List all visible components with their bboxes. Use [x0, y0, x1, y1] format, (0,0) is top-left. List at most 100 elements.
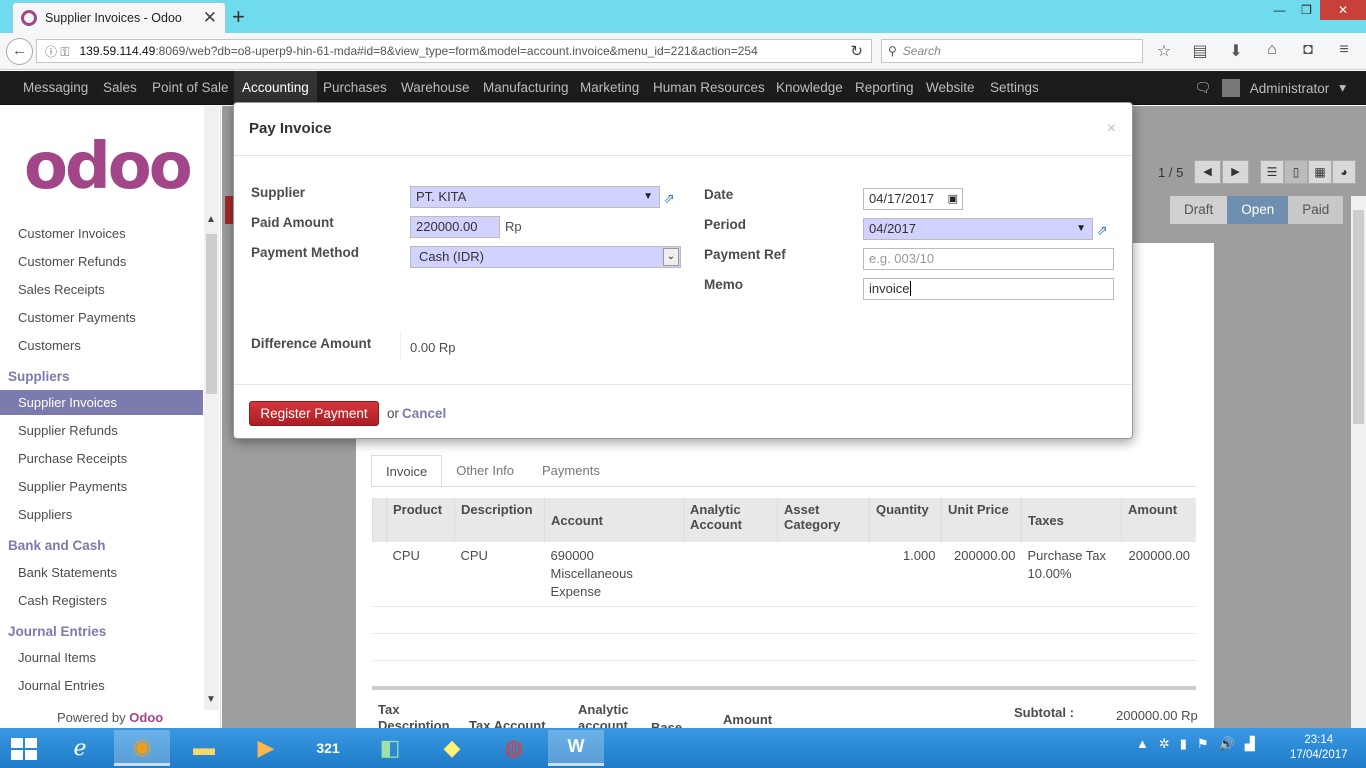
new-tab-icon[interactable]: + [232, 4, 245, 30]
sidebar-item-suppliers[interactable]: Suppliers [18, 507, 72, 522]
reload-icon[interactable]: ↻ [850, 42, 863, 60]
list-view-icon[interactable]: ☰ [1260, 160, 1284, 184]
dropdown-arrow-icon[interactable]: ▼ [643, 187, 653, 207]
info-lock-icon[interactable]: ⓘ ⚿ [45, 43, 69, 60]
browser-tab[interactable]: Supplier Invoices - Odoo ✕ [12, 2, 226, 33]
form-view-icon[interactable]: ▯ [1284, 160, 1308, 184]
col-account[interactable]: Account [544, 498, 684, 542]
menu-warehouse[interactable]: Warehouse [393, 71, 478, 105]
home-icon[interactable]: ⌂ [1260, 41, 1284, 61]
file-explorer-icon[interactable]: ▬ [176, 730, 232, 766]
signal-icon[interactable]: ▟ [1245, 736, 1255, 752]
status-paid[interactable]: Paid [1288, 196, 1344, 224]
sidebar-scrollbar[interactable]: ▲ ▼ [204, 106, 219, 710]
menu-point-of-sale[interactable]: Point of Sale [144, 71, 237, 105]
caret-down-icon[interactable]: ▾ [1339, 80, 1346, 96]
restore-icon[interactable]: ❐ [1293, 0, 1320, 20]
col-analytic-account-tax[interactable]: Analytic account [578, 702, 648, 728]
col-tax-description[interactable]: Tax Description [378, 702, 458, 728]
notes-app-icon[interactable]: ◧ [362, 730, 418, 766]
close-tab-icon[interactable]: ✕ [203, 8, 217, 28]
status-open[interactable]: Open [1227, 196, 1289, 224]
menu-accounting[interactable]: Accounting [234, 71, 317, 105]
sidebar-item-supplier-refunds[interactable]: Supplier Refunds [18, 423, 118, 438]
main-scrollbar[interactable] [1351, 196, 1366, 728]
search-input[interactable]: ⚲ Search [881, 39, 1143, 63]
minimize-icon[interactable]: — [1266, 0, 1293, 20]
sidebar-item-supplier-invoices[interactable]: Supplier Invoices [0, 390, 203, 415]
pager-next-icon[interactable]: ▶ [1222, 160, 1249, 184]
action-center-flag-icon[interactable]: ⚑ [1197, 736, 1209, 752]
col-tax-amount[interactable]: Amount [723, 712, 772, 727]
menu-reporting[interactable]: Reporting [847, 71, 922, 105]
calendar-view-icon[interactable]: ▦ [1308, 160, 1332, 184]
col-description[interactable]: Description [454, 498, 545, 542]
bookmark-star-icon[interactable]: ☆ [1152, 41, 1176, 61]
memo-input[interactable]: invoice [863, 278, 1114, 300]
dropdown-arrow-icon[interactable]: ▼ [1076, 219, 1086, 239]
media-player-classic-icon[interactable]: 321 [300, 730, 356, 766]
battery-icon[interactable]: ▮ [1180, 736, 1187, 752]
chevron-down-icon[interactable]: ⌄ [663, 248, 679, 266]
url-bar[interactable]: ⓘ ⚿ 139.59.114.49:8069/web?db=o8-uperp9-… [36, 39, 872, 63]
graph-view-icon[interactable]: ◕ [1332, 160, 1356, 184]
menu-website[interactable]: Website [918, 71, 983, 105]
close-icon[interactable]: × [1107, 120, 1116, 138]
odoo-logo[interactable]: odoo [24, 130, 193, 204]
payment-ref-input[interactable]: e.g. 003/10 [863, 248, 1114, 270]
back-icon[interactable]: ← [6, 38, 33, 65]
col-quantity[interactable]: Quantity [869, 498, 942, 542]
menu-knowledge[interactable]: Knowledge [768, 71, 851, 105]
sidebar-item-customer-payments[interactable]: Customer Payments [18, 310, 136, 325]
close-window-icon[interactable]: ✕ [1320, 0, 1366, 20]
sidebar-item-cash-registers[interactable]: Cash Registers [18, 593, 107, 608]
tab-other-info[interactable]: Other Info [442, 455, 528, 487]
register-payment-button[interactable]: Register Payment [249, 401, 379, 426]
sidebar-item-bank-statements[interactable]: Bank Statements [18, 565, 117, 580]
internet-explorer-icon[interactable]: ℯ [52, 730, 108, 766]
volume-icon[interactable]: 🔊 [1219, 736, 1235, 752]
sidebar-item-customer-invoices[interactable]: Customer Invoices [18, 226, 126, 241]
user-menu[interactable]: Administrator [1250, 81, 1330, 96]
table-row[interactable]: CPU CPU 690000 Miscellaneous Expense 1.0… [373, 542, 1197, 607]
menu-sales[interactable]: Sales [95, 71, 145, 105]
scroll-up-icon[interactable]: ▲ [206, 214, 216, 225]
menu-messaging[interactable]: Messaging [15, 71, 96, 105]
clock[interactable]: 23:14 17/04/2017 [1290, 733, 1348, 763]
menu-settings[interactable]: Settings [982, 71, 1047, 105]
col-taxes[interactable]: Taxes [1021, 498, 1122, 542]
media-player-icon[interactable]: ▶ [238, 730, 294, 766]
col-tax-account[interactable]: Tax Account [469, 718, 546, 728]
scrollbar-thumb[interactable] [1353, 210, 1364, 424]
supplier-select[interactable]: PT. KITA ▼ [410, 186, 660, 208]
download-icon[interactable]: ⬇ [1224, 41, 1248, 61]
tab-invoice[interactable]: Invoice [371, 455, 443, 487]
external-link-icon[interactable]: ⇗ [663, 190, 675, 207]
menu-purchases[interactable]: Purchases [315, 71, 395, 105]
pager-prev-icon[interactable]: ◀ [1194, 160, 1221, 184]
menu-manufacturing[interactable]: Manufacturing [475, 71, 577, 105]
tab-payments[interactable]: Payments [528, 455, 614, 487]
col-amount[interactable]: Amount [1121, 498, 1196, 542]
reading-list-icon[interactable]: ▤ [1188, 41, 1212, 61]
firefox-icon[interactable]: ◉ [114, 730, 170, 766]
show-hidden-icons-icon[interactable]: ▲ [1136, 736, 1149, 752]
status-draft[interactable]: Draft [1170, 196, 1228, 224]
sidebar-item-purchase-receipts[interactable]: Purchase Receipts [18, 451, 127, 466]
cancel-link[interactable]: Cancel [402, 406, 446, 421]
col-product[interactable]: Product [386, 498, 455, 542]
sidebar-item-sales-receipts[interactable]: Sales Receipts [18, 282, 105, 297]
scrollbar-thumb[interactable] [206, 234, 217, 394]
col-base[interactable]: Base [651, 720, 682, 728]
paid-amount-input[interactable]: 220000.00 [410, 216, 500, 238]
sidebar-item-journal-entries[interactable]: Journal Entries [18, 678, 105, 693]
sidebar-item-supplier-payments[interactable]: Supplier Payments [18, 479, 127, 494]
col-asset-category[interactable]: Asset Category [777, 498, 870, 542]
sidebar-item-journal-items[interactable]: Journal Items [18, 650, 96, 665]
menu-marketing[interactable]: Marketing [572, 71, 647, 105]
col-analytic-account[interactable]: Analytic Account [683, 498, 778, 542]
sidebar-item-customer-refunds[interactable]: Customer Refunds [18, 254, 126, 269]
windows-start-icon[interactable] [11, 738, 37, 760]
chat-icon[interactable]: 🗨 [1195, 80, 1212, 96]
payment-method-select[interactable]: Cash (IDR) ⌄ [410, 246, 681, 268]
